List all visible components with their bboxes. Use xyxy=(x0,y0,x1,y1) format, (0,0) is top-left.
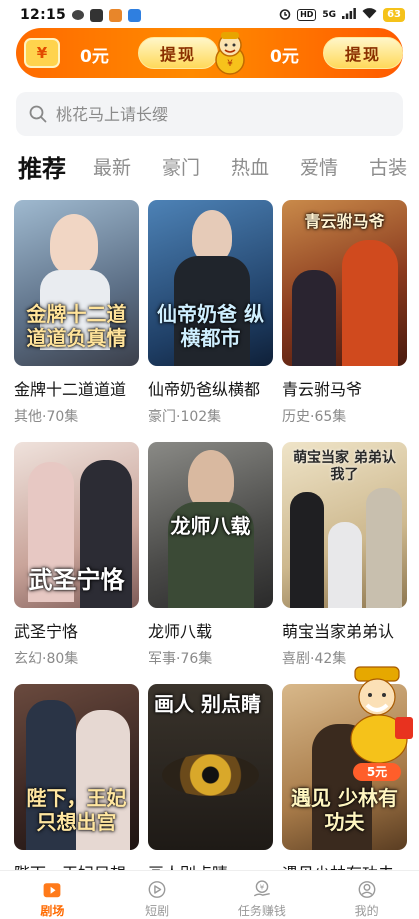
nav-theater-label: 剧场 xyxy=(40,904,65,918)
drama-poster[interactable]: 金牌十二道 道道负真情 xyxy=(14,200,139,366)
network-label: 5G xyxy=(322,10,337,20)
search-bar[interactable] xyxy=(16,92,403,136)
search-icon xyxy=(28,104,48,124)
tab-recommended[interactable]: 推荐 xyxy=(18,149,66,184)
video-app-icon xyxy=(90,8,104,22)
poster-title: 金牌十二道 道道负真情 xyxy=(26,302,127,350)
poster-figure xyxy=(188,450,234,510)
category-tabs: 推荐 最新 豪门 热血 爱情 古装 xyxy=(18,148,419,184)
search-input[interactable] xyxy=(56,104,376,124)
poster-title: 陛下，王妃 只想出宫 xyxy=(26,786,127,834)
drama-meta: 历史·65集 xyxy=(282,409,347,425)
drama-meta: 玄幻·80集 xyxy=(14,651,79,667)
drama-meta: 其他·70集 xyxy=(14,409,79,425)
floating-reward-amount: 5元 xyxy=(353,763,401,781)
drama-poster[interactable]: 武圣宁恪 xyxy=(14,442,139,608)
poster-title: 遇见 少林有功夫 xyxy=(291,786,398,834)
drama-card[interactable]: 金牌十二道 道道负真情 金牌十二道道道 其他·70集 xyxy=(14,200,139,426)
drama-card[interactable]: 龙师八载 龙师八载 军事·76集 xyxy=(148,442,273,668)
poster-title: 萌宝当家 弟弟认我了 xyxy=(293,450,396,483)
tab-action[interactable]: 热血 xyxy=(231,153,269,180)
right-balance: 0元 xyxy=(270,47,299,67)
poster-figure xyxy=(50,214,98,274)
tab-romance[interactable]: 爱情 xyxy=(300,153,338,180)
poster-figure xyxy=(290,492,324,608)
drama-card[interactable]: 仙帝奶爸 纵横都市 仙帝奶爸纵横都 豪门·102集 xyxy=(148,200,273,426)
profile-icon xyxy=(358,881,376,898)
svg-text:¥: ¥ xyxy=(260,884,265,892)
status-time: 12:15 xyxy=(20,7,67,23)
drama-meta: 军事·76集 xyxy=(148,651,213,667)
status-left: 12:15 xyxy=(20,7,142,23)
drama-poster[interactable]: 龙师八载 xyxy=(148,442,273,608)
drama-title: 金牌十二道道道 xyxy=(14,380,127,399)
drama-card[interactable]: 青云驸马爷 青云驸马爷 历史·65集 xyxy=(282,200,407,426)
drama-poster[interactable]: 画人 别点睛 xyxy=(148,684,273,850)
wechat-icon xyxy=(72,10,85,20)
drama-poster[interactable]: 青云驸马爷 xyxy=(282,200,407,366)
withdraw-button-right[interactable]: 提现 xyxy=(323,37,403,69)
poster-figure xyxy=(342,240,398,366)
clapperboard-icon xyxy=(43,883,61,898)
poster-title: 龙师八载 xyxy=(170,514,251,538)
nav-profile[interactable]: 我的 xyxy=(314,871,419,919)
tab-wealthy[interactable]: 豪门 xyxy=(162,153,200,180)
tab-costume[interactable]: 古装 xyxy=(369,153,407,180)
nav-profile-label: 我的 xyxy=(354,904,379,918)
shop-app-icon xyxy=(109,8,123,22)
poster-title: 武圣宁恪 xyxy=(28,566,125,594)
left-balance: 0元 xyxy=(80,47,109,67)
drama-poster[interactable]: 仙帝奶爸 纵横都市 xyxy=(148,200,273,366)
battery-indicator: 63 xyxy=(383,8,405,22)
nav-tasks-label: 任务赚钱 xyxy=(237,904,286,918)
drama-card[interactable]: 武圣宁恪 武圣宁恪 玄幻·80集 xyxy=(14,442,139,668)
poster-figure xyxy=(292,270,336,366)
bottom-nav: 剧场 短剧 ¥ 任务赚钱 我的 xyxy=(0,870,419,919)
drama-card[interactable]: 画人 别点睛 画人别点睛 xyxy=(148,684,273,884)
drama-card[interactable]: 陛下，王妃 只想出宫 陛下，王妃只想 xyxy=(14,684,139,884)
play-circle-icon xyxy=(148,881,166,898)
reward-banner[interactable]: ¥ 0元 提现 0元 提现 xyxy=(16,28,403,78)
fortune-god-icon xyxy=(350,666,413,764)
drama-poster[interactable]: 萌宝当家 弟弟认我了 xyxy=(282,442,407,608)
wifi-icon xyxy=(362,8,377,22)
drama-title: 仙帝奶爸纵横都 xyxy=(148,380,261,399)
drama-title: 青云驸马爷 xyxy=(282,380,363,399)
drama-title: 龙师八载 xyxy=(148,622,213,641)
hd-badge: HD xyxy=(297,9,317,21)
nav-theater[interactable]: 剧场 xyxy=(0,871,105,919)
drama-title: 武圣宁恪 xyxy=(14,622,79,641)
signal-icon xyxy=(342,8,356,22)
status-right: HD 5G 63 xyxy=(279,8,405,23)
drama-card[interactable]: 萌宝当家 弟弟认我了 萌宝当家弟弟认 喜剧·42集 xyxy=(282,442,407,668)
poster-figure xyxy=(328,522,362,608)
coin-hand-icon: ¥ xyxy=(253,880,270,897)
drama-poster[interactable]: 陛下，王妃 只想出宫 xyxy=(14,684,139,850)
nav-short-drama-label: 短剧 xyxy=(145,904,170,918)
svg-text:¥: ¥ xyxy=(227,59,233,69)
drama-title: 萌宝当家弟弟认 xyxy=(282,622,395,641)
tab-latest[interactable]: 最新 xyxy=(93,153,131,180)
drama-meta: 豪门·102集 xyxy=(148,409,222,425)
wallet-icon: ¥ xyxy=(24,38,60,68)
poster-title: 仙帝奶爸 纵横都市 xyxy=(157,302,264,350)
poster-title: 青云驸马爷 xyxy=(304,212,385,231)
alarm-icon xyxy=(279,8,291,23)
poster-figure xyxy=(366,488,402,608)
mail-app-icon xyxy=(128,8,142,22)
nav-tasks[interactable]: ¥ 任务赚钱 xyxy=(210,871,315,919)
floating-reward[interactable]: 5元 xyxy=(341,665,417,781)
status-bar: 12:15 HD 5G 63 xyxy=(0,0,419,30)
mascot-icon: ¥ xyxy=(213,30,247,76)
withdraw-button-left[interactable]: 提现 xyxy=(138,37,218,69)
poster-title: 画人 别点睛 xyxy=(154,692,261,716)
poster-eye xyxy=(162,754,259,796)
poster-figure xyxy=(192,210,232,262)
nav-short-drama[interactable]: 短剧 xyxy=(105,871,210,919)
